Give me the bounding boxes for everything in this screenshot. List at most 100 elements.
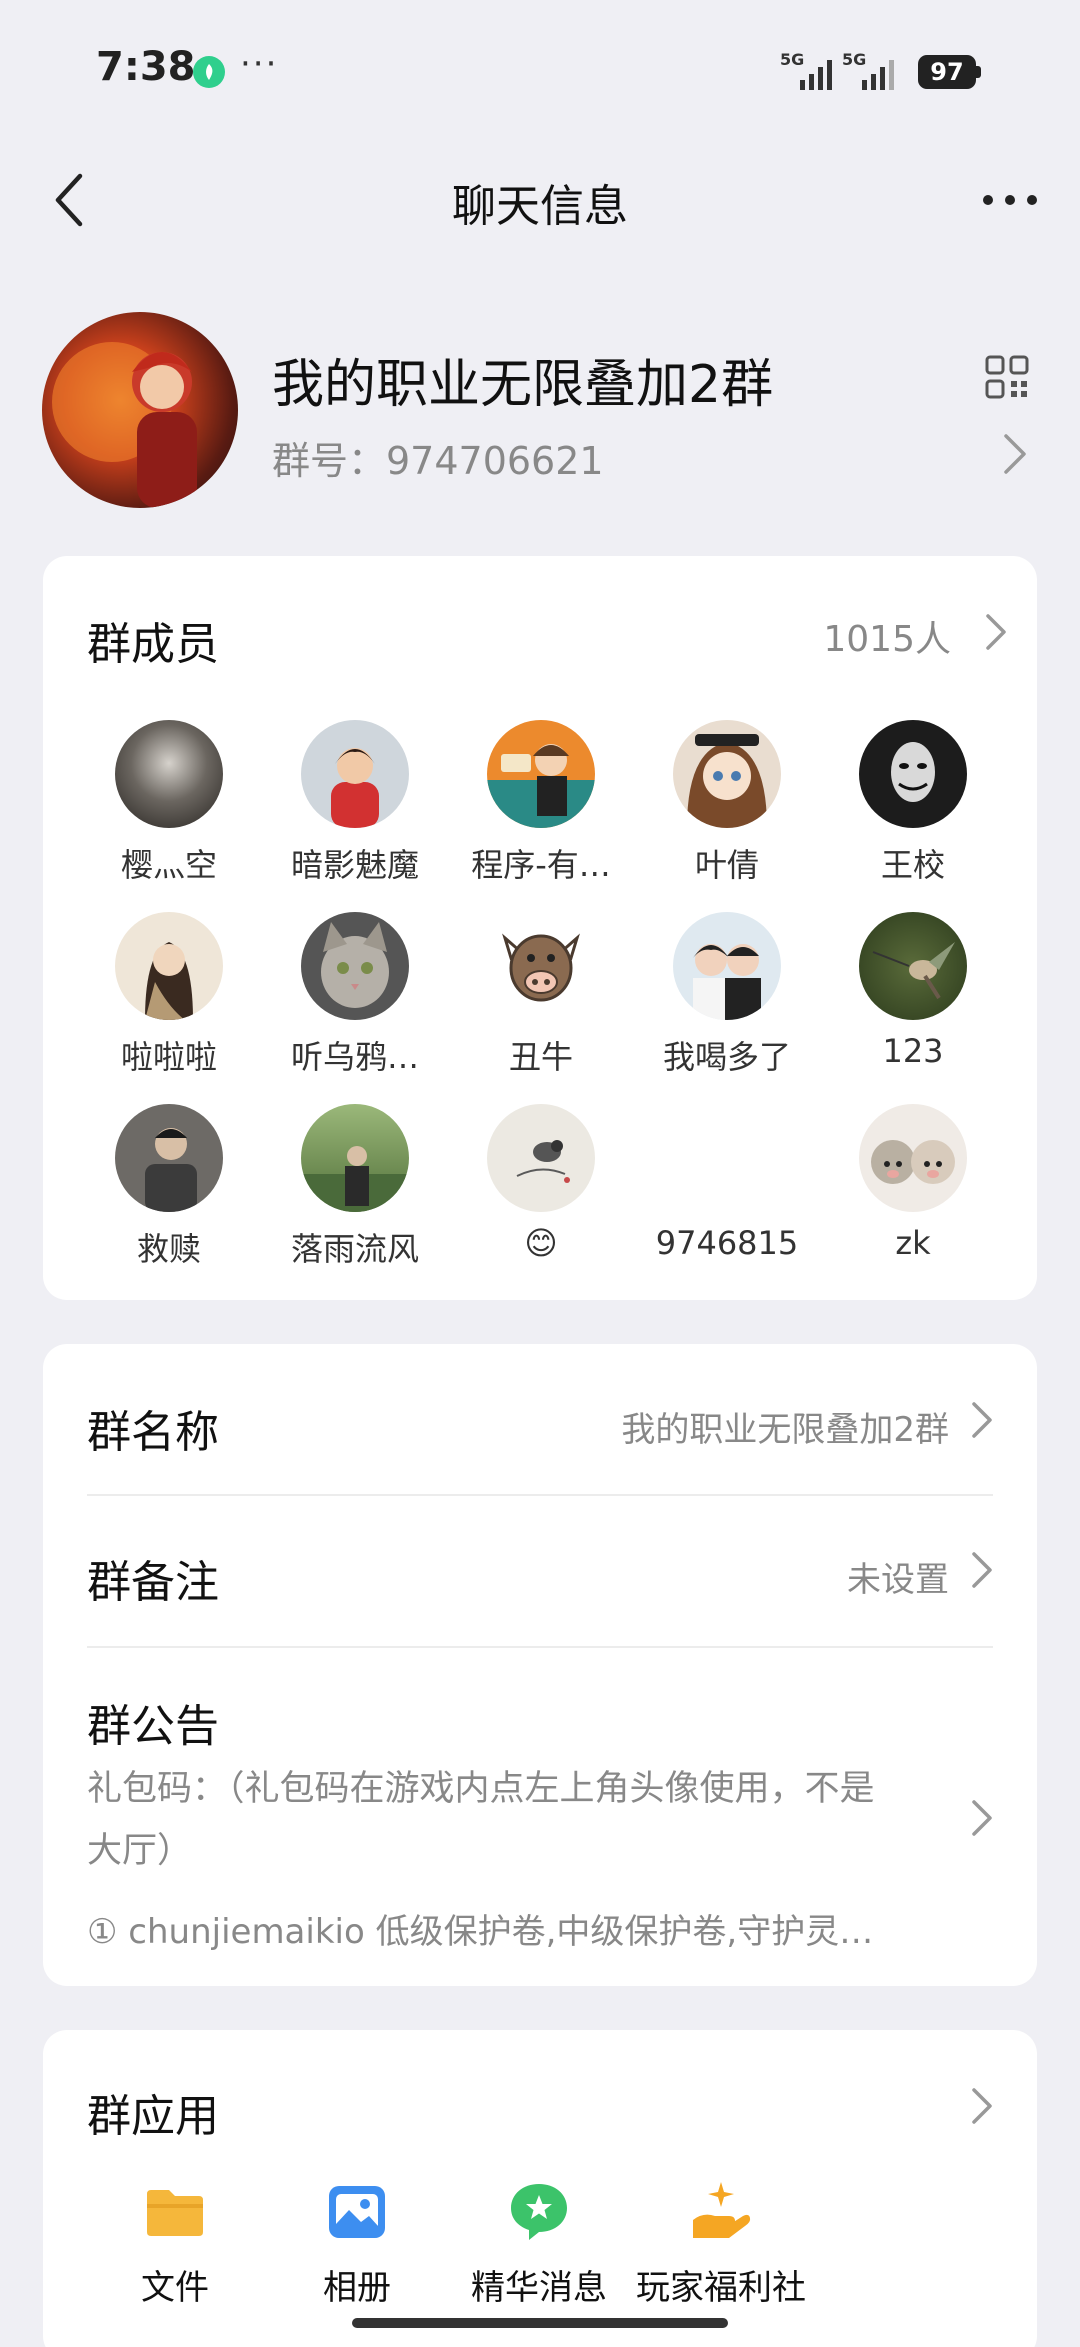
battery-indicator: 97 bbox=[918, 55, 976, 89]
notice-text-line3: ① chunjiemaikio 低级保护卷,中级保护卷,守护灵… bbox=[87, 1912, 874, 1952]
member-item[interactable]: 听乌鸦… bbox=[262, 912, 448, 1092]
apps-title: 群应用 bbox=[87, 2091, 219, 2142]
member-avatar bbox=[859, 1104, 967, 1212]
chevron-left-icon bbox=[55, 173, 83, 227]
member-avatar bbox=[115, 720, 223, 828]
member-name: 123 bbox=[882, 1032, 944, 1070]
member-item[interactable]: 落雨流风 bbox=[262, 1104, 448, 1284]
member-avatar bbox=[673, 720, 781, 828]
members-title: 群成员 bbox=[87, 619, 219, 670]
member-name: 樱灬空 bbox=[120, 846, 217, 884]
member-name: 我喝多了 bbox=[662, 1038, 791, 1076]
group-remark-label: 群备注 bbox=[87, 1557, 219, 1608]
member-item[interactable]: 王校 bbox=[820, 720, 1006, 900]
member-avatar bbox=[487, 1104, 595, 1212]
status-time: 7:38 bbox=[96, 44, 196, 90]
app-label: 相册 bbox=[323, 2268, 391, 2308]
member-item[interactable]: 我喝多了 bbox=[634, 912, 820, 1092]
member-item[interactable]: 9746815 bbox=[634, 1104, 820, 1284]
member-avatar bbox=[115, 1104, 223, 1212]
member-name: 暗影魅魔 bbox=[290, 846, 419, 884]
signal-2-icon: 5G bbox=[842, 50, 902, 92]
member-avatar bbox=[487, 912, 595, 1020]
home-indicator[interactable] bbox=[352, 2318, 728, 2328]
group-header[interactable]: 我的职业无限叠加2群 群号：974706621 bbox=[0, 300, 1080, 530]
member-name: 丑牛 bbox=[508, 1038, 573, 1076]
app-featured-messages[interactable]: 精华消息 bbox=[439, 2180, 639, 2320]
back-button[interactable] bbox=[30, 160, 110, 240]
group-name-value: 我的职业无限叠加2群 bbox=[621, 1410, 949, 1450]
member-avatar bbox=[301, 720, 409, 828]
chevron-right-icon bbox=[1004, 434, 1026, 474]
app-label: 玩家福利社 bbox=[636, 2268, 806, 2308]
chat-info-screen: 7:38 ··· 5G 5G 97 聊天信息 我的职业无限叠加2群 群号：974… bbox=[0, 0, 1080, 2347]
qr-code-icon[interactable] bbox=[985, 355, 1029, 399]
member-name: 落雨流风 bbox=[290, 1230, 419, 1268]
more-dots-icon bbox=[983, 195, 1037, 205]
member-item[interactable]: 樱灬空 bbox=[76, 720, 262, 900]
member-avatar bbox=[673, 912, 781, 1020]
group-avatar[interactable] bbox=[42, 312, 238, 508]
member-avatar bbox=[673, 1104, 781, 1212]
app-label: 文件 bbox=[141, 2268, 209, 2308]
group-name-row[interactable]: 群名称 我的职业无限叠加2群 bbox=[43, 1344, 1037, 1494]
member-name: 叶倩 bbox=[694, 846, 759, 884]
member-name: 😊 bbox=[524, 1224, 558, 1262]
member-item[interactable]: 啦啦啦 bbox=[76, 912, 262, 1092]
group-remark-row[interactable]: 群备注 未设置 bbox=[43, 1496, 1037, 1646]
apps-card: 群应用 文件 相册 精华消息 玩家福利社 bbox=[43, 2030, 1037, 2347]
member-name: zk bbox=[895, 1224, 931, 1262]
nav-bar: 聊天信息 bbox=[0, 140, 1080, 260]
members-count: 1015人 bbox=[823, 619, 951, 660]
status-more-icon: ··· bbox=[240, 44, 279, 84]
chevron-right-icon bbox=[972, 1552, 992, 1588]
member-avatar bbox=[301, 912, 409, 1020]
photo-album-icon bbox=[329, 2186, 385, 2238]
group-notice-row[interactable]: 群公告 礼包码：（礼包码在游戏内点左上角头像使用，不是 大厅） ① chunji… bbox=[43, 1648, 1037, 1986]
settings-card: 群名称 我的职业无限叠加2群 群备注 未设置 群公告 礼包码：（礼包码在游戏内点… bbox=[43, 1344, 1037, 1986]
member-avatar bbox=[487, 720, 595, 828]
more-button[interactable] bbox=[960, 160, 1060, 240]
group-remark-value: 未设置 bbox=[847, 1560, 949, 1600]
member-name: 啦啦啦 bbox=[120, 1038, 217, 1076]
member-name: 程序-有… bbox=[471, 846, 611, 884]
page-title: 聊天信息 bbox=[452, 181, 628, 232]
chevron-right-icon bbox=[986, 614, 1006, 650]
app-label: 精华消息 bbox=[471, 2268, 607, 2308]
app-notification-icon bbox=[193, 56, 225, 88]
member-name: 听乌鸦… bbox=[290, 1038, 419, 1076]
member-name: 9746815 bbox=[655, 1224, 799, 1262]
member-avatar bbox=[301, 1104, 409, 1212]
member-avatar bbox=[859, 720, 967, 828]
chevron-right-icon bbox=[972, 1402, 992, 1438]
group-name: 我的职业无限叠加2群 bbox=[272, 355, 774, 415]
member-avatar bbox=[115, 912, 223, 1020]
signal-1-icon: 5G bbox=[780, 50, 840, 92]
member-avatar bbox=[859, 912, 967, 1020]
chevron-right-icon bbox=[972, 1800, 992, 1836]
members-card: 群成员 1015人 樱灬空 暗影魅魔 程序-有… 叶倩 王校 啦啦啦 听乌鸦… … bbox=[43, 556, 1037, 1300]
member-item[interactable]: zk bbox=[820, 1104, 1006, 1284]
members-count-link[interactable]: 1015人 bbox=[789, 596, 1009, 676]
group-id: 群号：974706621 bbox=[272, 439, 604, 483]
app-player-welfare[interactable]: 玩家福利社 bbox=[621, 2180, 821, 2320]
member-item[interactable]: 123 bbox=[820, 912, 1006, 1092]
app-album[interactable]: 相册 bbox=[257, 2180, 457, 2320]
notice-text-line2: 大厅） bbox=[87, 1831, 193, 1871]
app-files[interactable]: 文件 bbox=[75, 2180, 275, 2320]
member-item[interactable]: 暗影魅魔 bbox=[262, 720, 448, 900]
gift-hand-icon bbox=[693, 2182, 751, 2238]
member-item[interactable]: 叶倩 bbox=[634, 720, 820, 900]
member-item[interactable]: 丑牛 bbox=[448, 912, 634, 1092]
member-item[interactable]: 救赎 bbox=[76, 1104, 262, 1284]
battery-cap bbox=[976, 66, 981, 78]
notice-text-line1: 礼包码：（礼包码在游戏内点左上角头像使用，不是 bbox=[87, 1769, 875, 1809]
member-item[interactable]: 😊 bbox=[448, 1104, 634, 1284]
member-item[interactable]: 程序-有… bbox=[448, 720, 634, 900]
star-message-icon bbox=[511, 2184, 567, 2240]
group-apps-row[interactable]: 群应用 bbox=[43, 2030, 1037, 2150]
status-bar: 7:38 ··· 5G 5G 97 bbox=[0, 0, 1080, 140]
group-name-label: 群名称 bbox=[87, 1407, 219, 1458]
member-name: 救赎 bbox=[136, 1230, 201, 1268]
chevron-right-icon bbox=[972, 2088, 992, 2124]
